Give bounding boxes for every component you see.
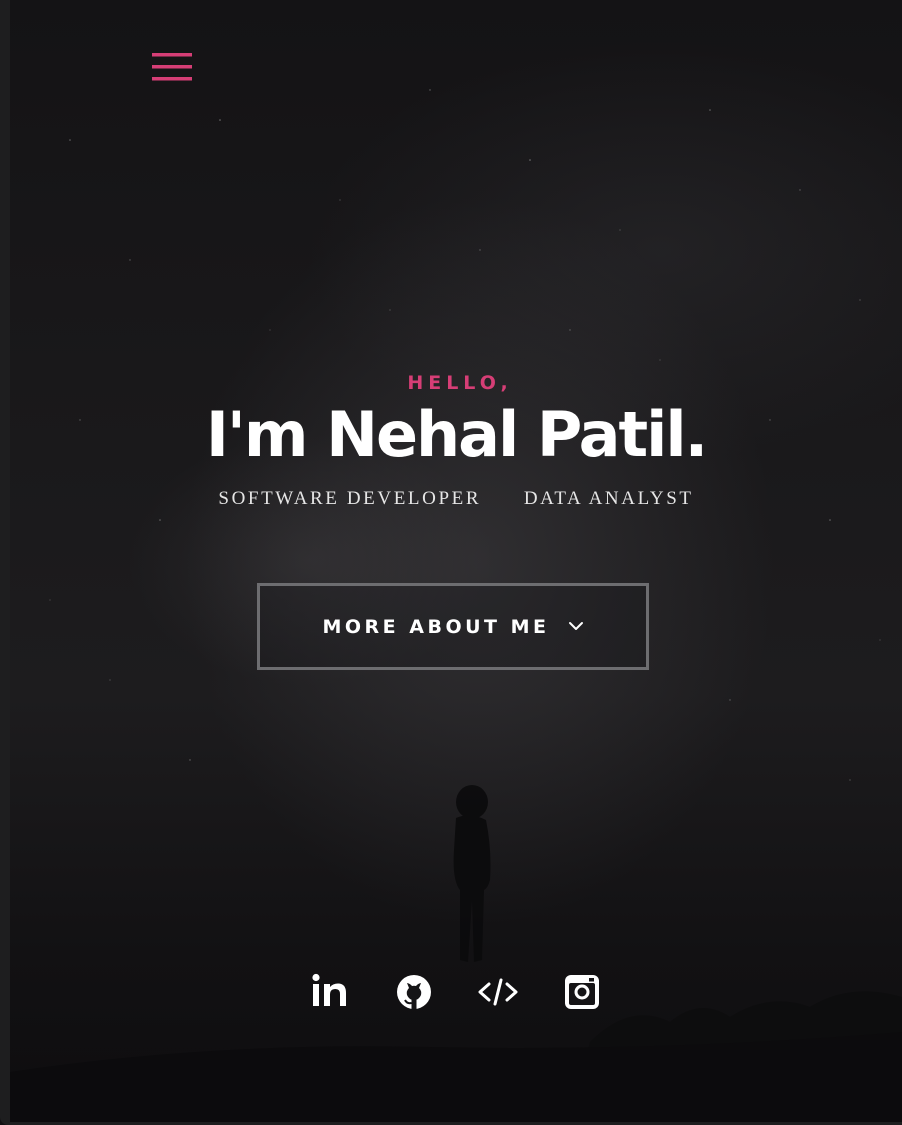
more-about-me-button[interactable]: MORE ABOUT ME — [257, 583, 649, 670]
instagram-link[interactable] — [560, 970, 604, 1014]
linkedin-icon — [312, 973, 346, 1006]
instagram-icon — [565, 975, 599, 1009]
hamburger-menu-button[interactable] — [150, 50, 194, 86]
code-icon — [478, 978, 518, 1006]
chevron-down-icon — [568, 618, 584, 636]
hamburger-menu-icon — [152, 53, 192, 81]
github-icon — [397, 975, 431, 1009]
linkedin-link[interactable] — [308, 970, 352, 1014]
hero-section: HELLO, I'm Nehal Patil. SOFTWARE DEVELOP… — [0, 0, 902, 1125]
hero-name: I'm Nehal Patil. — [205, 398, 708, 471]
role-software-developer: SOFTWARE DEVELOPER — [218, 488, 482, 509]
greeting-text: HELLO, — [407, 372, 513, 394]
more-about-me-label: MORE ABOUT ME — [322, 615, 550, 638]
code-link[interactable] — [476, 970, 520, 1014]
roles-line: SOFTWARE DEVELOPER DATA ANALYST — [10, 488, 902, 510]
github-link[interactable] — [392, 970, 436, 1014]
role-data-analyst: DATA ANALYST — [523, 488, 694, 509]
intro-block: HELLO, I'm Nehal Patil. SOFTWARE DEVELOP… — [10, 372, 902, 510]
person-silhouette — [453, 785, 491, 962]
social-links — [10, 970, 902, 1014]
